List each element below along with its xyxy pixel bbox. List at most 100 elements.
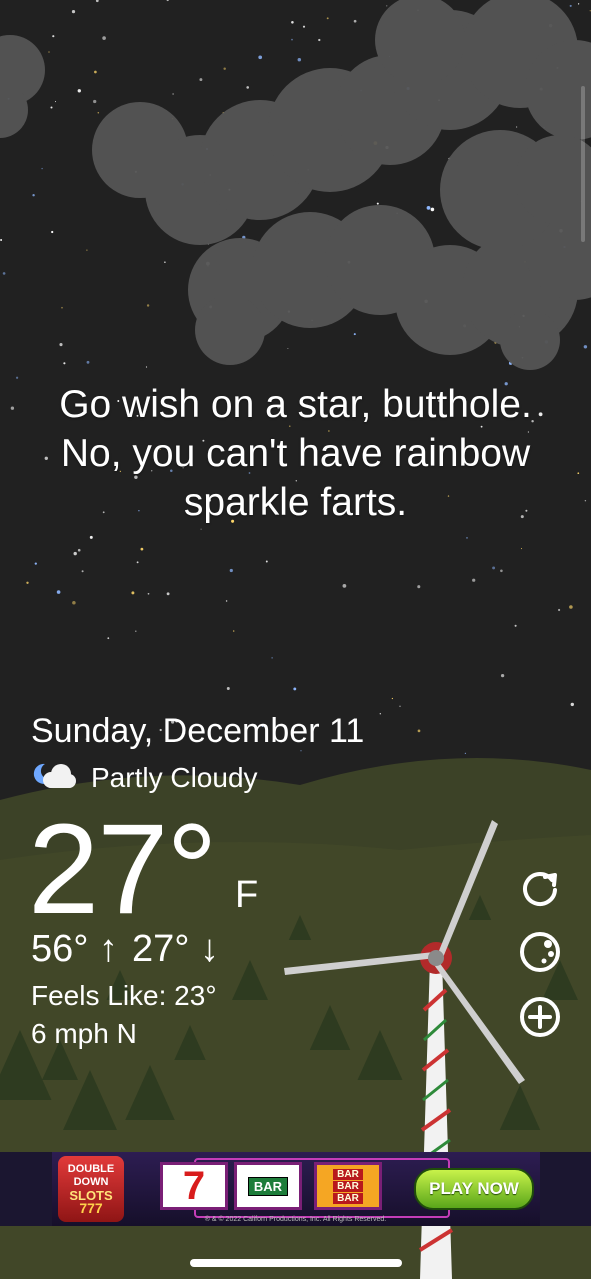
star	[51, 230, 54, 234]
temperature-unit[interactable]: F	[235, 874, 258, 917]
star	[514, 624, 517, 627]
star	[10, 406, 15, 410]
star	[77, 548, 81, 552]
star	[41, 167, 43, 170]
star	[172, 93, 174, 95]
star	[225, 600, 228, 602]
theme-button[interactable]	[518, 930, 562, 974]
star	[52, 35, 55, 38]
reel-triple-bar-3: BAR	[333, 1192, 363, 1204]
star	[500, 569, 503, 573]
star	[59, 343, 63, 347]
background-scene	[0, 0, 591, 1279]
quote-line-3: sparkle farts.	[183, 481, 408, 524]
star	[32, 194, 35, 197]
ad-logo-line-4: 777	[79, 1200, 103, 1216]
star	[577, 472, 580, 475]
ad-banner[interactable]: DOUBLE DOWN SLOTS 777 7 BAR BAR BAR BAR …	[0, 1152, 591, 1226]
star	[26, 581, 29, 584]
star	[302, 25, 306, 28]
star	[232, 630, 235, 632]
star	[86, 360, 90, 364]
star	[2, 272, 6, 275]
refresh-button[interactable]	[518, 866, 562, 910]
star	[426, 206, 431, 210]
star	[472, 578, 476, 582]
star	[146, 304, 150, 307]
star	[265, 560, 268, 563]
star	[569, 605, 573, 609]
star	[34, 562, 37, 565]
star	[583, 345, 588, 349]
high-value: 56°	[31, 928, 89, 970]
reel-triple-bar: BAR BAR BAR	[314, 1162, 382, 1210]
star	[71, 9, 76, 14]
star	[166, 592, 170, 596]
star	[466, 537, 468, 539]
star	[48, 51, 50, 53]
star	[386, 5, 388, 7]
star	[145, 366, 148, 368]
reel-seven-label: 7	[182, 1163, 206, 1208]
star	[61, 306, 63, 309]
star	[0, 239, 3, 241]
star	[584, 499, 587, 502]
star	[417, 585, 421, 589]
ad-logo: DOUBLE DOWN SLOTS 777	[58, 1156, 124, 1222]
current-date: Sunday, December 11	[31, 712, 365, 750]
quote-line-2: No, you can't have rainbow	[60, 432, 531, 475]
star	[223, 67, 226, 70]
star	[391, 697, 394, 700]
star	[63, 362, 66, 365]
star	[353, 333, 356, 336]
star	[293, 687, 297, 691]
star	[570, 702, 574, 707]
scrollbar[interactable]	[581, 86, 585, 242]
ad-copyright: ® & © 2022 Californ Productions, Inc. Al…	[204, 1216, 387, 1223]
up-arrow-icon: ↑	[99, 928, 119, 970]
home-indicator[interactable]	[190, 1259, 402, 1267]
ad-logo-line-1: DOUBLE	[67, 1163, 115, 1175]
star	[258, 55, 263, 60]
star	[464, 752, 467, 755]
star	[50, 106, 53, 109]
play-now-button[interactable]: PLAY NOW	[414, 1168, 534, 1210]
star	[73, 551, 77, 556]
star	[94, 70, 97, 74]
star	[326, 17, 329, 20]
plus-circle-icon	[520, 997, 560, 1037]
current-temperature: 27°	[28, 798, 218, 941]
star	[86, 249, 88, 251]
star	[77, 89, 81, 93]
star	[399, 705, 401, 708]
star	[379, 713, 381, 715]
star	[102, 36, 106, 40]
star	[164, 261, 166, 264]
star	[291, 21, 294, 24]
star	[516, 126, 518, 128]
star	[15, 376, 19, 379]
refresh-icon	[523, 872, 557, 907]
wind: 6 mph N	[31, 1018, 137, 1049]
star	[577, 3, 580, 5]
star	[287, 347, 289, 350]
reel-seven: 7	[160, 1162, 228, 1210]
star	[56, 590, 61, 594]
star	[81, 570, 84, 573]
star	[353, 19, 357, 23]
reel-bar: BAR	[234, 1162, 302, 1210]
star	[492, 566, 496, 570]
star	[318, 38, 321, 42]
low-temp: 27° ↓	[132, 928, 219, 971]
star	[376, 202, 379, 205]
ad-content[interactable]: DOUBLE DOWN SLOTS 777 7 BAR BAR BAR BAR …	[52, 1152, 540, 1226]
star	[136, 561, 139, 564]
snarky-quote: Go wish on a star, butthole. No, you can…	[20, 380, 571, 527]
star	[246, 86, 250, 89]
reel-triple-bar-2: BAR	[333, 1180, 363, 1192]
star	[72, 601, 76, 605]
add-location-button[interactable]	[518, 995, 562, 1039]
star	[569, 4, 572, 7]
star	[271, 657, 273, 659]
star	[107, 637, 110, 640]
